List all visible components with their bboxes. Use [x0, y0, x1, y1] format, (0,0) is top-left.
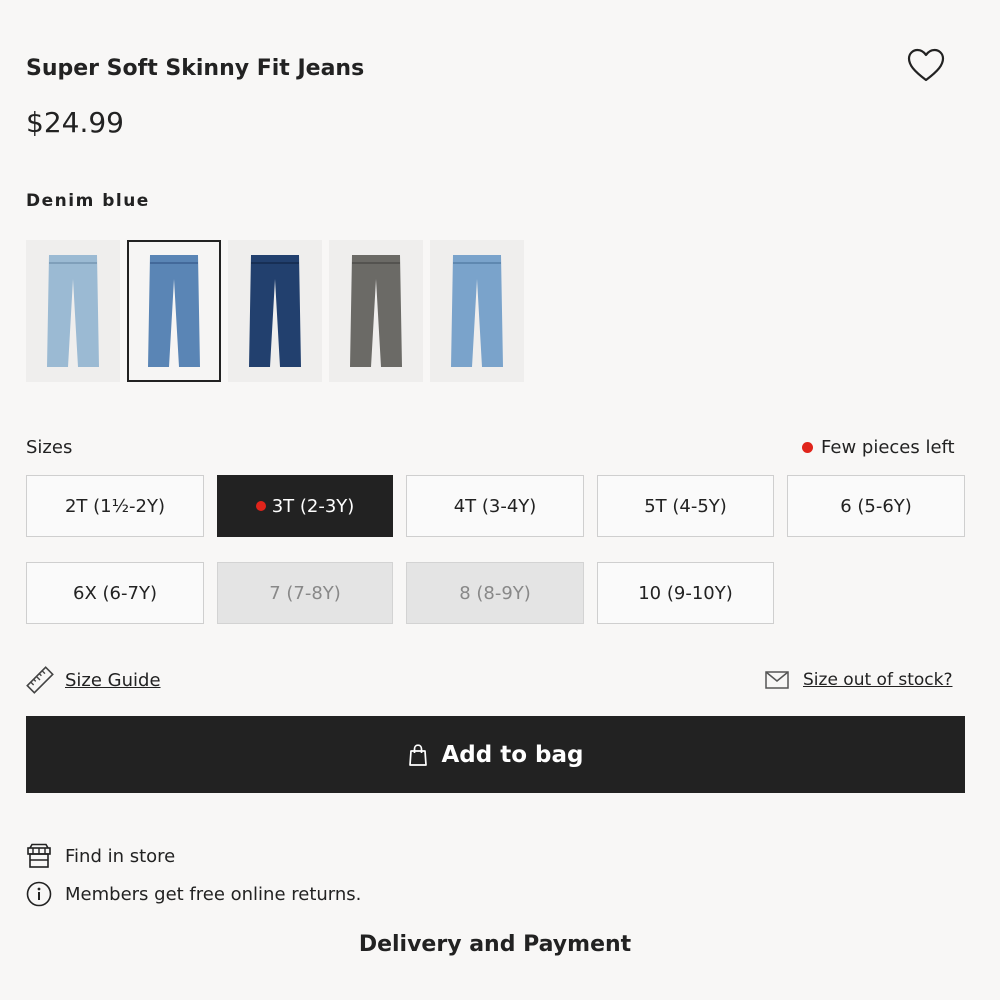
size-option-2t[interactable]: 2T (1½-2Y)	[26, 475, 204, 537]
size-option-8[interactable]: 8 (8-9Y)	[406, 562, 584, 624]
favorite-button[interactable]	[906, 46, 946, 86]
size-option-3t[interactable]: 3T (2-3Y)	[217, 475, 393, 537]
add-to-bag-label: Add to bag	[441, 741, 584, 768]
size-option-5t[interactable]: 5T (4-5Y)	[597, 475, 774, 537]
color-swatch-dark-denim[interactable]	[228, 240, 322, 382]
find-in-store-text: Find in store	[65, 845, 176, 867]
info-icon	[26, 881, 52, 907]
delivery-and-payment-heading[interactable]: Delivery and Payment	[0, 932, 990, 957]
jeans-icon	[249, 255, 301, 367]
shopping-bag-icon	[408, 743, 427, 766]
selected-color-label: Denim blue	[26, 191, 150, 211]
add-to-bag-button[interactable]: Add to bag	[26, 716, 965, 793]
size-option-4t[interactable]: 4T (3-4Y)	[406, 475, 584, 537]
product-title: Super Soft Skinny Fit Jeans	[26, 56, 365, 81]
free-returns-row: Members get free online returns.	[26, 881, 361, 907]
size-out-of-stock-row: Size out of stock?	[765, 670, 952, 690]
heart-icon	[907, 48, 945, 82]
sizes-label: Sizes	[26, 437, 73, 458]
low-stock-dot-icon	[255, 501, 266, 511]
jeans-icon	[47, 255, 99, 367]
ruler-icon	[26, 666, 54, 694]
size-out-of-stock-link[interactable]: Size out of stock?	[803, 670, 952, 690]
jeans-icon	[451, 255, 503, 367]
color-swatch-light-denim[interactable]	[26, 240, 120, 382]
color-swatch-list	[26, 240, 531, 382]
color-swatch-grey[interactable]	[329, 240, 423, 382]
free-returns-text: Members get free online returns.	[65, 883, 362, 905]
color-swatch-denim-blue[interactable]	[127, 240, 221, 382]
store-icon	[26, 843, 52, 869]
size-option-6x[interactable]: 6X (6-7Y)	[26, 562, 204, 624]
size-option-label: 3T (2-3Y)	[271, 495, 355, 517]
product-price: $24.99	[26, 106, 124, 139]
jeans-icon	[350, 255, 402, 367]
color-swatch-mid-denim[interactable]	[430, 240, 524, 382]
low-stock-dot-icon	[802, 442, 813, 453]
size-guide-row: Size Guide	[26, 666, 161, 694]
find-in-store-row[interactable]: Find in store	[26, 843, 175, 869]
size-option-7[interactable]: 7 (7-8Y)	[217, 562, 393, 624]
size-option-6[interactable]: 6 (5-6Y)	[787, 475, 965, 537]
size-guide-link[interactable]: Size Guide	[65, 670, 161, 691]
size-option-10[interactable]: 10 (9-10Y)	[597, 562, 774, 624]
few-pieces-left-text: Few pieces left	[821, 437, 955, 458]
few-pieces-left-legend: Few pieces left	[802, 437, 955, 458]
envelope-icon	[765, 671, 789, 689]
jeans-icon	[148, 255, 200, 367]
